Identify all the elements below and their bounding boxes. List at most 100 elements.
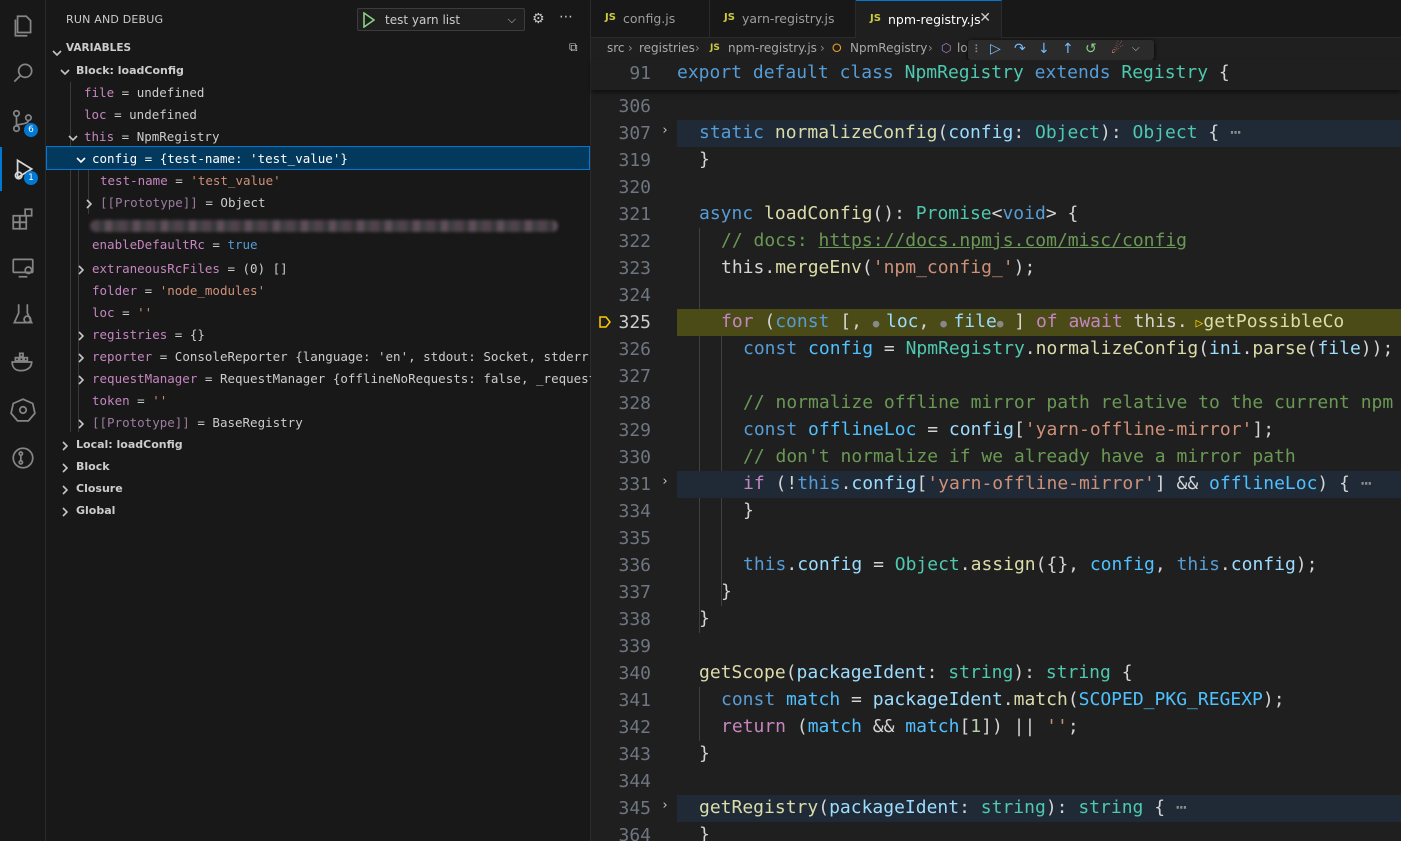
- line-number: 91: [629, 63, 651, 84]
- scope-global[interactable]: Global: [46, 499, 591, 521]
- more-actions-icon[interactable]: ⋯: [559, 9, 573, 25]
- chevron-right-icon: [76, 329, 86, 341]
- docs-link[interactable]: https://docs.npmjs.com/misc/config: [819, 230, 1187, 251]
- code-editor[interactable]: 306 307 › static normalizeConfig(config:…: [591, 93, 1401, 841]
- variable-row-prototype[interactable]: [[Prototype]] = Object: [46, 191, 591, 213]
- variable-row-loc-2[interactable]: loc = '': [46, 301, 591, 323]
- testing-icon: [12, 304, 34, 324]
- step-into-icon[interactable]: ↓: [1038, 41, 1050, 57]
- chevron-right-icon[interactable]: ›: [661, 123, 669, 138]
- chevron-down-icon[interactable]: ⌵: [1132, 43, 1140, 54]
- redacted-row: [90, 220, 558, 232]
- chevron-right-icon[interactable]: ›: [661, 474, 669, 489]
- tab-config-js[interactable]: JS config.js: [591, 0, 710, 38]
- variable-row-test-name[interactable]: test-name = 'test_value': [46, 169, 591, 191]
- variable-value: (0) []: [242, 261, 288, 276]
- code-line: 327: [618, 366, 651, 387]
- variable-name: file: [84, 85, 115, 100]
- search-activity[interactable]: [0, 51, 46, 95]
- variable-row-reporter[interactable]: reporter = ConsoleReporter {language: 'e…: [46, 345, 591, 367]
- chevron-down-icon: [60, 65, 70, 76]
- js-file-icon: JS: [710, 43, 720, 53]
- folded-ellipsis[interactable]: ⋯: [1230, 122, 1241, 143]
- code-line: 343}: [618, 743, 710, 765]
- gitlens-activity[interactable]: [0, 436, 46, 480]
- editor-area: JS config.js JS yarn-registry.js JS npm-…: [591, 0, 1401, 841]
- variable-row-folder[interactable]: folder = 'node_modules': [46, 279, 591, 301]
- variable-row-this[interactable]: this = NpmRegistry: [46, 125, 591, 147]
- variable-row-token[interactable]: token = '': [46, 389, 591, 411]
- sticky-scroll-line[interactable]: 91 export default class NpmRegistry exte…: [591, 60, 1401, 90]
- docker-activity[interactable]: [0, 340, 46, 384]
- chevron-right-icon[interactable]: ›: [661, 798, 669, 813]
- code-line: 342 return (match && match[1]) || '';: [618, 716, 1079, 738]
- breadcrumb-item[interactable]: registries: [639, 41, 695, 55]
- scope-local-loadconfig[interactable]: Local: loadConfig: [46, 433, 591, 455]
- inline-breakpoint-dot[interactable]: ●: [873, 317, 886, 330]
- disconnect-icon[interactable]: ☄: [1111, 41, 1124, 57]
- variable-row-file[interactable]: file = undefined: [46, 81, 591, 103]
- explorer-activity[interactable]: [0, 4, 46, 48]
- code-line: 324: [618, 285, 651, 306]
- source-control-activity[interactable]: 6: [0, 99, 46, 143]
- variable-name: requestManager: [92, 371, 198, 386]
- code-line-current: 325 for (const [, ● loc, ● file● ] of aw…: [591, 309, 1401, 336]
- scope-block[interactable]: Block: [46, 455, 591, 477]
- variable-name: test-name: [100, 173, 168, 188]
- tab-yarn-registry-js[interactable]: JS yarn-registry.js: [710, 0, 856, 38]
- code-line: 345 › getRegistry(packageIdent: string):…: [591, 795, 1401, 822]
- code-line: 339: [618, 636, 651, 657]
- variable-name: this: [84, 129, 115, 144]
- restart-icon[interactable]: ↺: [1085, 41, 1097, 57]
- folded-ellipsis[interactable]: ⋯: [1361, 473, 1372, 494]
- extensions-activity[interactable]: [0, 197, 46, 241]
- variable-row-loc[interactable]: loc = undefined: [46, 103, 591, 125]
- breadcrumb-item[interactable]: src: [607, 41, 625, 55]
- breadcrumb-item[interactable]: NpmRegistry: [850, 41, 927, 55]
- js-file-icon: JS: [724, 12, 735, 23]
- js-file-icon: JS: [870, 13, 881, 24]
- variable-row-extraneousrcfiles[interactable]: extraneousRcFiles = (0) []: [46, 257, 591, 279]
- variable-row-requestmanager[interactable]: requestManager = RequestManager {offline…: [46, 367, 591, 389]
- step-out-icon[interactable]: ↑: [1062, 41, 1074, 57]
- inline-breakpoint-dot[interactable]: ●: [940, 317, 953, 330]
- code-line: 330 // don't normalize if we already hav…: [618, 446, 1296, 468]
- code-line: 328 // normalize offline mirror path rel…: [618, 392, 1394, 414]
- drag-handle-icon[interactable]: ⠇: [974, 43, 982, 56]
- breadcrumb-item[interactable]: lo: [957, 41, 968, 55]
- docker-icon: [11, 352, 33, 372]
- variable-name: loc: [84, 107, 107, 122]
- collapse-all-icon[interactable]: ⧉: [569, 40, 578, 55]
- scope-block-loadconfig[interactable]: Block: loadConfig: [46, 59, 591, 81]
- variable-row-enabledefaultrc[interactable]: enableDefaultRc = true: [46, 235, 591, 257]
- step-over-icon[interactable]: ↷: [1014, 41, 1026, 57]
- source-control-badge: 6: [24, 123, 38, 137]
- variable-value: undefined: [129, 107, 197, 122]
- chevron-right-icon: [76, 351, 86, 363]
- run-and-debug-activity[interactable]: 1: [0, 147, 46, 191]
- tab-label: npm-registry.js: [888, 12, 981, 27]
- kubernetes-activity[interactable]: [0, 388, 46, 432]
- chevron-right-icon: [60, 439, 70, 451]
- variable-row-registries[interactable]: registries = {}: [46, 323, 591, 345]
- start-debugging-icon[interactable]: [363, 12, 375, 28]
- variables-section-header[interactable]: VARIABLES ⧉: [46, 38, 591, 58]
- launch-config-select[interactable]: test yarn list ⌵: [357, 8, 525, 31]
- close-icon[interactable]: ✕: [979, 10, 991, 26]
- variable-row-prototype-2[interactable]: [[Prototype]] = BaseRegistry: [46, 411, 591, 433]
- gear-icon[interactable]: ⚙: [532, 11, 545, 27]
- folded-ellipsis[interactable]: ⋯: [1176, 797, 1187, 818]
- extensions-icon: [12, 208, 33, 230]
- code-line: 320: [618, 177, 651, 198]
- activity-bar: 6 1: [0, 0, 46, 841]
- variable-row-config-selected[interactable]: config = {test-name: 'test_value'}: [46, 146, 590, 170]
- remote-explorer-activity[interactable]: [0, 245, 46, 289]
- breadcrumb-item[interactable]: npm-registry.js: [728, 41, 817, 55]
- continue-icon[interactable]: ▷: [990, 41, 1001, 57]
- files-icon: [14, 15, 32, 37]
- code-line: 335: [618, 528, 651, 549]
- variables-title: VARIABLES: [66, 42, 132, 54]
- scope-closure[interactable]: Closure: [46, 477, 591, 499]
- testing-activity[interactable]: [0, 292, 46, 336]
- tab-npm-registry-js[interactable]: JS npm-registry.js ✕: [856, 0, 1002, 39]
